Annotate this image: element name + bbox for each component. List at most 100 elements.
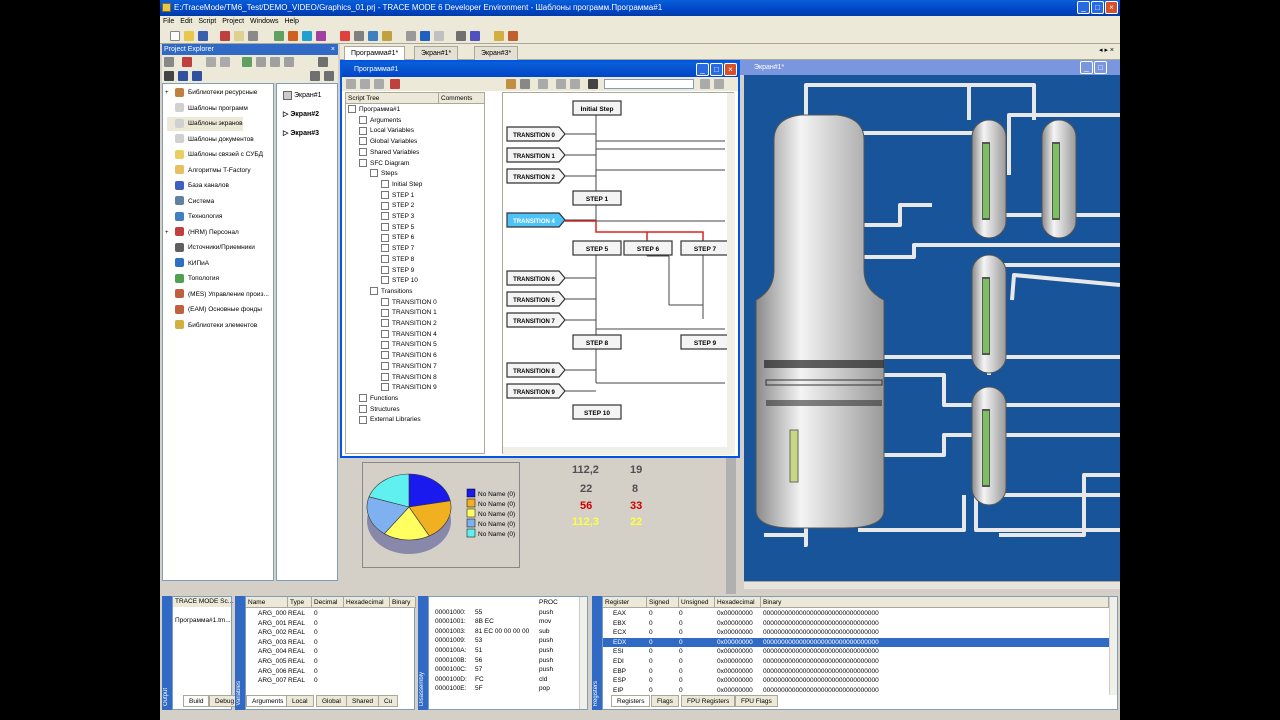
script-tree-node[interactable]: STEP 3	[381, 212, 414, 223]
prog-tool-icon[interactable]	[346, 79, 356, 89]
pe-print-icon[interactable]	[318, 57, 328, 67]
pe-undo-icon[interactable]	[206, 57, 216, 67]
var-col-hex[interactable]: Hexadecimal	[344, 597, 390, 608]
screen-item[interactable]: ▷ Экран#3	[283, 126, 319, 142]
register-row[interactable]: ESP 0 0 0x00000000 0000000000000000000000000…	[603, 676, 1109, 686]
stop-icon[interactable]	[340, 31, 350, 41]
sfc-tool-icon[interactable]	[506, 79, 516, 89]
disassembly-row[interactable]: 00001003: 81 EC 00 00 00 00 sub	[429, 627, 579, 637]
script-tree-node[interactable]: Arguments	[359, 115, 401, 127]
mimic-hscrollbar[interactable]	[744, 581, 1120, 589]
sfc-tool-icon[interactable]	[700, 79, 710, 89]
script-tree-node[interactable]: Local Variables	[359, 126, 414, 137]
debug-icon[interactable]	[302, 31, 312, 41]
sfc-transition[interactable]: TRANSITION 8	[506, 362, 566, 378]
register-row[interactable]: EBX 0 0 0x00000000 0000000000000000000000000…	[603, 619, 1109, 629]
tab-program[interactable]: Программа#1*	[344, 46, 406, 60]
sfc-step[interactable]: STEP 5	[572, 240, 622, 256]
project-tree-item[interactable]: КИПиА	[167, 257, 209, 271]
prog-delete-icon[interactable]	[390, 79, 400, 89]
pe-delete-icon[interactable]	[182, 57, 192, 67]
disassembly-row[interactable]: PROC	[429, 598, 579, 608]
variable-row[interactable]: ARG_000 REAL 0	[246, 609, 414, 619]
script-tree-node[interactable]: STEP 9	[381, 265, 414, 277]
cut-icon[interactable]	[220, 31, 230, 41]
sfc-step[interactable]: STEP 9	[680, 334, 730, 350]
settings-icon[interactable]	[494, 31, 504, 41]
var-col-binary[interactable]: Binary	[390, 597, 416, 608]
sfc-step[interactable]: STEP 6	[623, 240, 673, 256]
reg-col-register[interactable]: Register	[603, 597, 647, 608]
expand-icon[interactable]: +	[165, 226, 169, 240]
project-tree-item[interactable]: (EAM) Основные фонды	[167, 303, 262, 317]
break-icon[interactable]	[382, 31, 392, 41]
project-tree-item[interactable]: Шаблоны связей с СУБД	[167, 148, 263, 162]
step-icon[interactable]	[316, 31, 326, 41]
variable-row[interactable]: ARG_003 REAL 0	[246, 638, 414, 648]
var-col-name[interactable]: Name	[246, 597, 288, 608]
script-tree-node[interactable]: External Libraries	[359, 415, 421, 426]
pe-paste-icon[interactable]	[256, 57, 266, 67]
sfc-search-combo[interactable]	[604, 79, 694, 89]
sfc-transition[interactable]: TRANSITION 4	[506, 212, 566, 228]
registers-tab[interactable]: FPU Flags	[735, 695, 778, 707]
minimize-button[interactable]: _	[1077, 1, 1090, 14]
reg-col-hex[interactable]: Hexadecimal	[715, 597, 761, 608]
sfc-transition[interactable]: TRANSITION 1	[506, 147, 566, 163]
register-row[interactable]: EAX 0 0 0x00000000 0000000000000000000000000…	[603, 609, 1109, 619]
sfc-scrollbar[interactable]	[727, 93, 735, 455]
script-tree-node[interactable]: STEP 2	[381, 201, 414, 212]
project-tree-item[interactable]: + (HRM) Персонал	[165, 226, 239, 240]
variable-row[interactable]: ARG_001 REAL 0	[246, 619, 414, 629]
register-row[interactable]: EDX 0 0 0x00000000 0000000000000000000000000…	[603, 637, 1109, 648]
sfc-transition[interactable]: TRANSITION 2	[506, 168, 566, 184]
script-tree-node[interactable]: STEP 5	[381, 222, 414, 234]
register-row[interactable]: EIP 0 0 0x00000000 0000000000000000000000000…	[603, 686, 1109, 696]
script-tree-col[interactable]: Script Tree	[348, 93, 379, 104]
pe-find-icon[interactable]	[284, 57, 294, 67]
pe-copy-icon[interactable]	[242, 57, 252, 67]
script-tree-node[interactable]: Steps	[370, 169, 398, 180]
maximize-button[interactable]: □	[1091, 1, 1104, 14]
menu-project[interactable]: Project	[219, 16, 247, 28]
script-tree-node[interactable]: TRANSITION 5	[381, 340, 437, 351]
sfc-step[interactable]: STEP 7	[680, 240, 730, 256]
sfc-hscrollbar[interactable]	[503, 447, 727, 455]
script-tree-node[interactable]: STEP 7	[381, 244, 414, 255]
open-icon[interactable]	[184, 31, 194, 41]
project-tree-item[interactable]: База каналов	[167, 179, 229, 193]
sfc-transition[interactable]: TRANSITION 5	[506, 291, 566, 307]
variable-row[interactable]: ARG_005 REAL 0	[246, 657, 414, 667]
variables-tab[interactable]: Global	[316, 695, 347, 707]
disassembly-row[interactable]: 00001001: 8B EC mov	[429, 617, 579, 627]
tab-screen1[interactable]: Экран#1*	[414, 46, 459, 60]
tools-icon[interactable]	[508, 31, 518, 41]
project-tree-item[interactable]: Технология	[167, 210, 222, 224]
pe-list-icon[interactable]	[192, 71, 202, 81]
reg-col-signed[interactable]: Signed	[647, 597, 679, 608]
project-tree-item[interactable]: Источники/Приемники	[167, 241, 255, 255]
script-tree-node[interactable]: Structures	[359, 404, 400, 416]
variable-row[interactable]: ARG_004 REAL 0	[246, 647, 414, 657]
menu-edit[interactable]: Edit	[177, 16, 195, 28]
expand-icon[interactable]: +	[165, 86, 169, 100]
sfc-tool-icon[interactable]	[714, 79, 724, 89]
mimic-minimize-button[interactable]: _	[1080, 61, 1093, 74]
registers-tab[interactable]: Flags	[651, 695, 679, 707]
menu-windows[interactable]: Windows	[247, 16, 281, 28]
sfc-binoculars-icon[interactable]	[588, 79, 598, 89]
variables-tab[interactable]: Cu	[378, 695, 399, 707]
reg-col-binary[interactable]: Binary	[761, 597, 1109, 608]
script-tree-node[interactable]: TRANSITION 6	[381, 351, 437, 362]
paste-icon[interactable]	[248, 31, 258, 41]
script-tree-node[interactable]: STEP 8	[381, 255, 414, 266]
mimic-maximize-button[interactable]: □	[1094, 61, 1107, 74]
sfc-tool-icon[interactable]	[556, 79, 566, 89]
script-tree-node[interactable]: STEP 6	[381, 233, 414, 244]
pe-n-icon[interactable]	[164, 71, 174, 81]
variable-row[interactable]: ARG_002 REAL 0	[246, 628, 414, 638]
screen-item[interactable]: ▷ Экран#2	[283, 107, 319, 123]
save-icon[interactable]	[198, 31, 208, 41]
script-tree-node[interactable]: STEP 1	[381, 190, 414, 202]
tab-nav-controls[interactable]: ◂ ▸ ×	[1099, 46, 1114, 54]
